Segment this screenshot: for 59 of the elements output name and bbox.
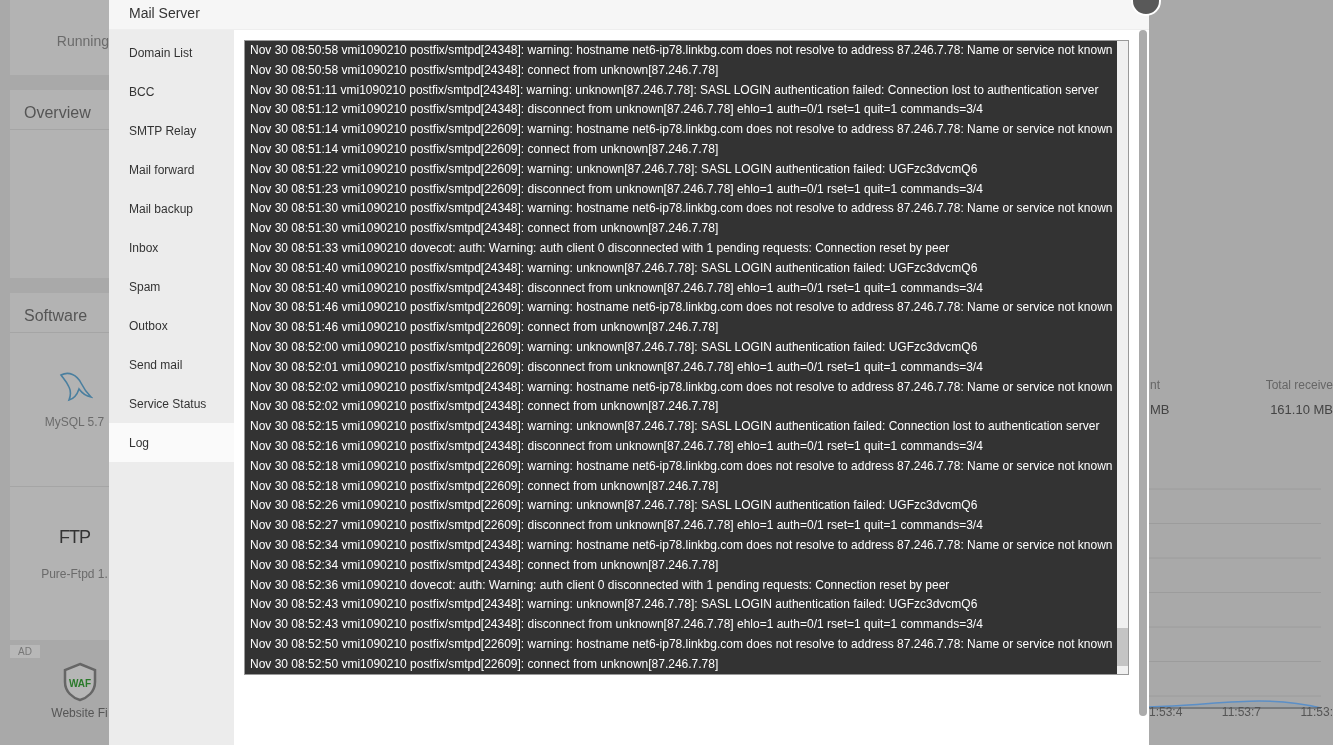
sidebar-item[interactable]: Spam bbox=[109, 267, 234, 306]
log-line: Nov 30 08:52:02 vmi1090210 postfix/smtpd[24348]: warning: hostname net6-ip78.linkbg.com does not resolve to address 87.246.7.78: Name or service not known bbox=[250, 378, 1114, 396]
log-line: Nov 30 08:52:50 vmi1090210 postfix/smtpd[22609]: warning: hostname net6-ip78.linkbg.com does not resolve to address 87.246.7.78: Name or service not known bbox=[250, 635, 1114, 653]
log-line: Nov 30 08:51:46 vmi1090210 postfix/smtpd[22609]: warning: hostname net6-ip78.linkbg.com does not resolve to address 87.246.7.78: Name or service not known bbox=[250, 299, 1114, 317]
log-line: Nov 30 08:51:46 vmi1090210 postfix/smtpd[22609]: connect from unknown[87.246.7.78] bbox=[250, 319, 720, 337]
log-line: Nov 30 08:52:26 vmi1090210 postfix/smtpd[22609]: warning: unknown[87.246.7.78]: SASL LOGIN authentication failed: UGFzc3dvcmQ6 bbox=[250, 497, 979, 515]
log-line: Nov 30 08:52:18 vmi1090210 postfix/smtpd[22609]: warning: hostname net6-ip78.linkbg.com does not resolve to address 87.246.7.78: Name or service not known bbox=[250, 457, 1114, 475]
ad-tag: AD bbox=[10, 645, 40, 658]
status-text: Running bbox=[56, 33, 109, 49]
log-line: Nov 30 08:50:58 vmi1090210 postfix/smtpd[24348]: warning: hostname net6-ip78.linkbg.com does not resolve to address 87.246.7.78: Name or service not known bbox=[250, 42, 1114, 59]
app-name: Website Fi bbox=[50, 706, 108, 720]
log-line: Nov 30 08:52:02 vmi1090210 postfix/smtpd[24348]: connect from unknown[87.246.7.78] bbox=[250, 398, 720, 416]
log-line: Nov 30 08:51:14 vmi1090210 postfix/smtpd[22609]: connect from unknown[87.246.7.78] bbox=[250, 141, 720, 158]
log-line: Nov 30 08:51:30 vmi1090210 postfix/smtpd[24348]: warning: hostname net6-ip78.linkbg.com does not resolve to address 87.246.7.78: Name or service not known bbox=[250, 200, 1114, 218]
sidebar-item[interactable]: Outbox bbox=[109, 306, 234, 345]
sidebar-item[interactable]: Send mail bbox=[109, 345, 234, 384]
log-line: Nov 30 08:52:34 vmi1090210 postfix/smtpd[24348]: connect from unknown[87.246.7.78] bbox=[250, 556, 720, 574]
log-line: Nov 30 08:52:01 vmi1090210 postfix/smtpd[22609]: disconnect from unknown[87.246.7.78] ehlo=1 auth=0/1 rset=1 quit=1 commands=3/4 bbox=[250, 358, 984, 376]
log-line: Nov 30 08:52:18 vmi1090210 postfix/smtpd[22609]: connect from unknown[87.246.7.78] bbox=[250, 477, 720, 495]
sidebar-item[interactable]: Mail backup bbox=[109, 189, 234, 228]
log-line: Nov 30 08:52:00 vmi1090210 postfix/smtpd[22609]: warning: unknown[87.246.7.78]: SASL LOGIN authentication failed: UGFzc3dvcmQ6 bbox=[250, 338, 979, 356]
sidebar-item[interactable]: SMTP Relay bbox=[109, 111, 234, 150]
sidebar-item[interactable]: Domain List bbox=[109, 33, 234, 72]
sidebar-item[interactable]: BCC bbox=[109, 72, 234, 111]
log-line: Nov 30 08:51:22 vmi1090210 postfix/smtpd[22609]: warning: unknown[87.246.7.78]: SASL LOGIN authentication failed: UGFzc3dvcmQ6 bbox=[250, 160, 979, 178]
log-line: Nov 30 08:52:16 vmi1090210 postfix/smtpd[24348]: disconnect from unknown[87.246.7.78] ehlo=1 auth=0/1 rset=1 quit=1 commands=3/4 bbox=[250, 437, 984, 455]
log-line: Nov 30 08:52:36 vmi1090210 dovecot: auth: Warning: auth client 0 disconnected with 1 pending requests: Connection reset by peer bbox=[250, 576, 951, 594]
log-line: Nov 30 08:52:43 vmi1090210 postfix/smtpd[24348]: disconnect from unknown[87.246.7.78] ehlo=1 auth=0/1 rset=1 quit=1 commands=3/4 bbox=[250, 616, 984, 634]
log-line: Nov 30 08:52:15 vmi1090210 postfix/smtpd[24348]: warning: unknown[87.246.7.78]: SASL LOGIN authentication failed: Connection lost to authentication server bbox=[250, 418, 1101, 436]
sidebar-item[interactable]: Log bbox=[109, 423, 234, 462]
time-tick: 11:53: bbox=[1300, 705, 1333, 719]
log-line: Nov 30 08:51:23 vmi1090210 postfix/smtpd[22609]: disconnect from unknown[87.246.7.78] ehlo=1 auth=0/1 rset=1 quit=1 commands=3/4 bbox=[250, 180, 984, 198]
log-line: Nov 30 08:51:11 vmi1090210 postfix/smtpd[24348]: warning: unknown[87.246.7.78]: SASL LOGIN authentication failed: Connection lost to authentication server bbox=[250, 81, 1100, 99]
scrollbar[interactable] bbox=[1139, 30, 1147, 716]
sidebar-item[interactable]: Mail forward bbox=[109, 150, 234, 189]
sidebar-item[interactable]: Inbox bbox=[109, 228, 234, 267]
stat-label: nt bbox=[1150, 378, 1160, 392]
log-line: Nov 30 08:51:30 vmi1090210 postfix/smtpd[24348]: connect from unknown[87.246.7.78] bbox=[250, 220, 720, 238]
log-line: Nov 30 08:51:12 vmi1090210 postfix/smtpd[24348]: disconnect from unknown[87.246.7.78] ehlo=1 auth=0/1 rset=1 quit=1 commands=3/4 bbox=[250, 101, 984, 119]
time-tick: 1:53:4 bbox=[1149, 705, 1183, 719]
shield-badge: WAF bbox=[62, 662, 97, 702]
log-line: Nov 30 08:52:50 vmi1090210 postfix/smtpd[22609]: connect from unknown[87.246.7.78] bbox=[250, 655, 720, 673]
time-tick: 11:53:7 bbox=[1221, 705, 1261, 719]
log-line: Nov 30 08:52:27 vmi1090210 postfix/smtpd[22609]: disconnect from unknown[87.246.7.78] ehlo=1 auth=0/1 rset=1 quit=1 commands=3/4 bbox=[250, 517, 984, 535]
log-area[interactable] bbox=[244, 40, 1129, 675]
dialog-title: Mail Server bbox=[109, 0, 1149, 30]
sidebar-item[interactable]: Service Status bbox=[109, 384, 234, 423]
scrollbar[interactable] bbox=[1117, 41, 1128, 674]
log-line: Nov 30 08:50:58 vmi1090210 postfix/smtpd[24348]: connect from unknown[87.246.7.78] bbox=[250, 61, 720, 79]
log-line: Nov 30 08:52:34 vmi1090210 postfix/smtpd[24348]: warning: hostname net6-ip78.linkbg.com does not resolve to address 87.246.7.78: Name or service not known bbox=[250, 536, 1114, 554]
stat-value: 161.10 MB bbox=[1270, 402, 1333, 417]
log-line: Nov 30 08:51:40 vmi1090210 postfix/smtpd[24348]: disconnect from unknown[87.246.7.78] ehlo=1 auth=0/1 rset=1 quit=1 commands=3/4 bbox=[250, 279, 984, 297]
stat-label: Total receive bbox=[1265, 378, 1333, 392]
ftp-logo: FTP bbox=[59, 527, 90, 549]
stat-value: MB bbox=[1150, 402, 1170, 417]
log-line: Nov 30 08:52:43 vmi1090210 postfix/smtpd[24348]: warning: unknown[87.246.7.78]: SASL LOGIN authentication failed: UGFzc3dvcmQ6 bbox=[250, 596, 979, 614]
log-line: Nov 30 08:51:14 vmi1090210 postfix/smtpd[22609]: warning: hostname net6-ip78.linkbg.com does not resolve to address 87.246.7.78: Name or service not known bbox=[250, 121, 1114, 139]
log-line: Nov 30 08:51:33 vmi1090210 dovecot: auth: Warning: auth client 0 disconnected with 1 pending requests: Connection reset by peer bbox=[250, 239, 951, 257]
log-line: Nov 30 08:51:40 vmi1090210 postfix/smtpd[24348]: warning: unknown[87.246.7.78]: SASL LOGIN authentication failed: UGFzc3dvcmQ6 bbox=[250, 259, 979, 277]
